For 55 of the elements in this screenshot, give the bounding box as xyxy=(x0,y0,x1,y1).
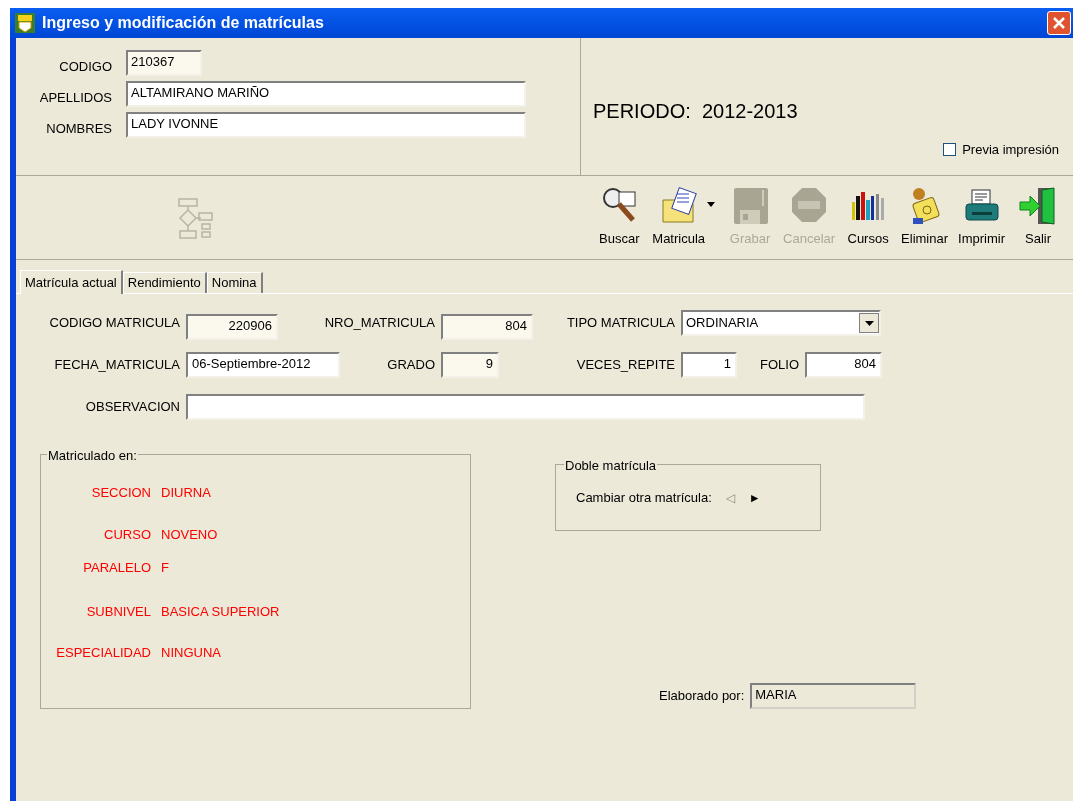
close-button[interactable] xyxy=(1047,11,1071,35)
flowchart-icon xyxy=(176,196,213,239)
info-label: SUBNIVEL xyxy=(85,602,152,621)
toolbar-button[interactable]: Imprimir xyxy=(954,184,1009,251)
author-label: Elaborado por: xyxy=(659,687,745,706)
field-label: VECES_REPITE xyxy=(575,356,676,375)
app-icon xyxy=(14,12,36,34)
toolbar-button[interactable]: Buscar xyxy=(592,184,647,251)
input-field[interactable]: 9 xyxy=(441,352,499,378)
info-value: BASICA SUPERIOR xyxy=(161,602,280,621)
author-field: MARIA xyxy=(750,683,917,709)
field-label: OBSERVACION xyxy=(84,398,181,417)
dropdown-arrow-icon[interactable] xyxy=(707,202,716,208)
next-button[interactable]: ► xyxy=(748,488,761,507)
tab[interactable]: Matrícula actual xyxy=(20,270,123,294)
field-label: TIPO MATRICULA xyxy=(565,314,676,333)
field-label: APELLIDOS xyxy=(38,89,113,108)
info-label: CURSO xyxy=(103,525,152,544)
period-heading: PERIODO: 2012-2013 xyxy=(593,99,799,124)
input-field[interactable] xyxy=(186,394,865,420)
info-label: ESPECIALIDAD xyxy=(55,644,152,662)
field-label: GRADO xyxy=(386,356,436,375)
field-label: NOMBRES xyxy=(45,120,113,139)
close-icon xyxy=(1052,16,1066,30)
field-label: FOLIO xyxy=(759,356,800,375)
exit-icon xyxy=(1018,186,1058,227)
info-value: DIURNA xyxy=(161,484,211,502)
toolbar-button[interactable]: Salir xyxy=(1011,184,1065,251)
input-field[interactable]: LADY IVONNE xyxy=(126,112,526,138)
toolbar-button[interactable]: Cursos xyxy=(841,184,896,251)
field-label: CODIGO xyxy=(58,58,113,77)
input-field[interactable]: 210367 xyxy=(126,50,202,76)
input-field[interactable]: 220906 xyxy=(186,314,278,340)
tab[interactable]: Nomina xyxy=(206,272,263,293)
input-field[interactable]: 06-Septiembre-2012 xyxy=(186,352,340,378)
input-field[interactable]: 1 xyxy=(681,352,737,378)
preview-label: Previa impresión xyxy=(962,141,1059,159)
field-label: NRO_MATRICULA xyxy=(323,314,436,333)
info-value: NOVENO xyxy=(161,525,218,544)
input-field[interactable]: 804 xyxy=(441,314,533,340)
toolbar-button[interactable]: Matricula xyxy=(648,184,710,251)
info-value: F xyxy=(161,559,169,577)
info-label: SECCION xyxy=(90,484,152,502)
input-field[interactable]: ALTAMIRANO MARIÑO xyxy=(126,81,526,107)
dropdown-field[interactable]: ORDINARIA xyxy=(681,310,881,336)
preview-checkbox[interactable] xyxy=(943,143,957,157)
window-title: Ingreso y modificación de matrículas xyxy=(42,13,324,33)
info-label: PARALELO xyxy=(82,559,152,577)
field-label: CODIGO MATRICULA xyxy=(48,314,181,333)
info-value: NINGUNA xyxy=(161,644,221,662)
field-label: FECHA_MATRICULA xyxy=(53,356,181,375)
tab[interactable]: Rendimiento xyxy=(122,272,207,293)
input-field[interactable]: 804 xyxy=(805,352,882,378)
change-label: Cambiar otra matrícula: xyxy=(576,488,712,507)
toolbar-button[interactable]: Eliminar xyxy=(897,184,953,251)
